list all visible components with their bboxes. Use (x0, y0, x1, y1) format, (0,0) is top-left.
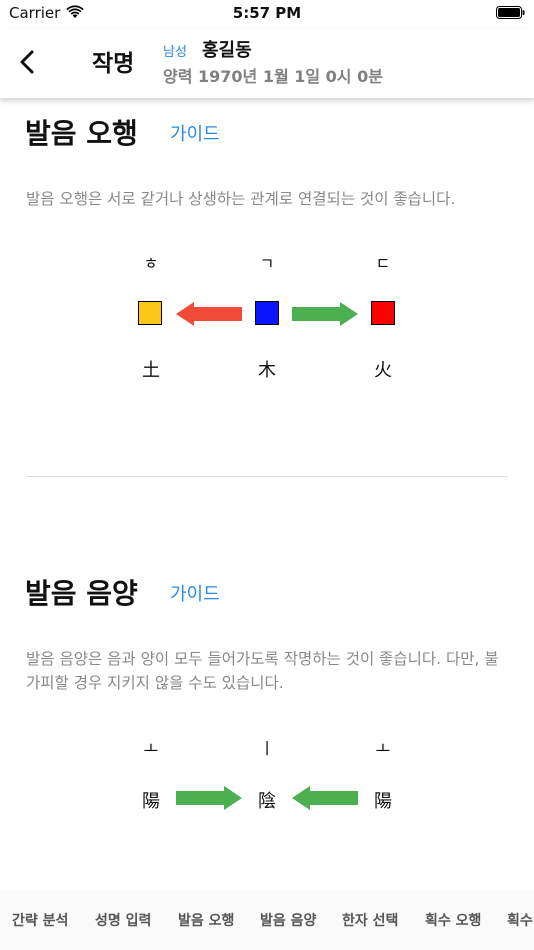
section-divider (26, 476, 508, 477)
jamo-2: ㄱ (259, 254, 275, 273)
status-time: 5:57 PM (232, 4, 302, 22)
tab-name-input[interactable]: 성명 입력 (95, 910, 151, 930)
element-label-3: 火 (374, 360, 392, 381)
tab-pronunciation-five-elements[interactable]: 발음 오행 (178, 910, 234, 930)
birth-date: 양력 1970년 1월 1일 0시 0분 (163, 67, 383, 86)
tab-stroke-count[interactable]: 획수 (507, 910, 533, 930)
vowel-2: ㅣ (259, 739, 275, 758)
yin-yang-guide-link[interactable]: 가이드 (170, 580, 220, 606)
yin-yang-label-3: 陽 (374, 791, 392, 812)
tab-hanja-selection[interactable]: 한자 선택 (342, 910, 398, 930)
five-elements-title: 발음 오행 (25, 117, 138, 150)
user-name: 홍길동 (202, 40, 252, 61)
yin-yang-title: 발음 음양 (25, 577, 138, 610)
tab-summary-analysis[interactable]: 간략 분석 (12, 910, 68, 930)
bottom-tab-bar: 간략 분석 성명 입력 발음 오행 발음 음양 한자 선택 획수 오행 획수 (0, 890, 534, 950)
element-label-1: 土 (142, 360, 160, 381)
five-elements-guide-link[interactable]: 가이드 (170, 120, 220, 146)
yin-yang-label-1: 陽 (142, 791, 160, 812)
battery-icon (496, 6, 525, 19)
back-chevron-icon[interactable] (12, 44, 44, 80)
yin-yang-description: 발음 음양은 음과 양이 모두 들어가도록 작명하는 것이 좋습니다. 다만, … (26, 650, 499, 692)
yin-yang-label-2: 陰 (258, 791, 276, 812)
tab-stroke-five-elements[interactable]: 획수 오행 (425, 910, 481, 930)
right-arrow-icon (176, 786, 242, 810)
right-arrow-icon (292, 302, 358, 326)
element-color-square-2 (255, 301, 279, 325)
page-title: 작명 (92, 51, 135, 77)
main-content[interactable]: 발음 오행 가이드 발음 오행은 서로 같거나 상생하는 관계로 연결되는 것이… (0, 98, 534, 890)
element-color-square-3 (371, 301, 395, 325)
element-color-square-1 (138, 301, 162, 325)
jamo-1: ㅎ (143, 254, 159, 273)
element-label-2: 木 (258, 360, 276, 381)
left-arrow-icon (176, 302, 242, 326)
jamo-3: ㄷ (375, 254, 391, 273)
navigation-header: 작명 남성 홍길동 양력 1970년 1월 1일 0시 0분 (0, 28, 534, 98)
vowel-1: ㅗ (143, 739, 159, 758)
tab-pronunciation-yin-yang[interactable]: 발음 음양 (260, 910, 316, 930)
left-arrow-icon (292, 786, 358, 810)
status-bar: Carrier 5:57 PM (0, 0, 534, 28)
vowel-3: ㅗ (375, 739, 391, 758)
five-elements-description: 발음 오행은 서로 같거나 상생하는 관계로 연결되는 것이 좋습니다. (26, 190, 456, 208)
gender-label: 남성 (163, 45, 187, 60)
